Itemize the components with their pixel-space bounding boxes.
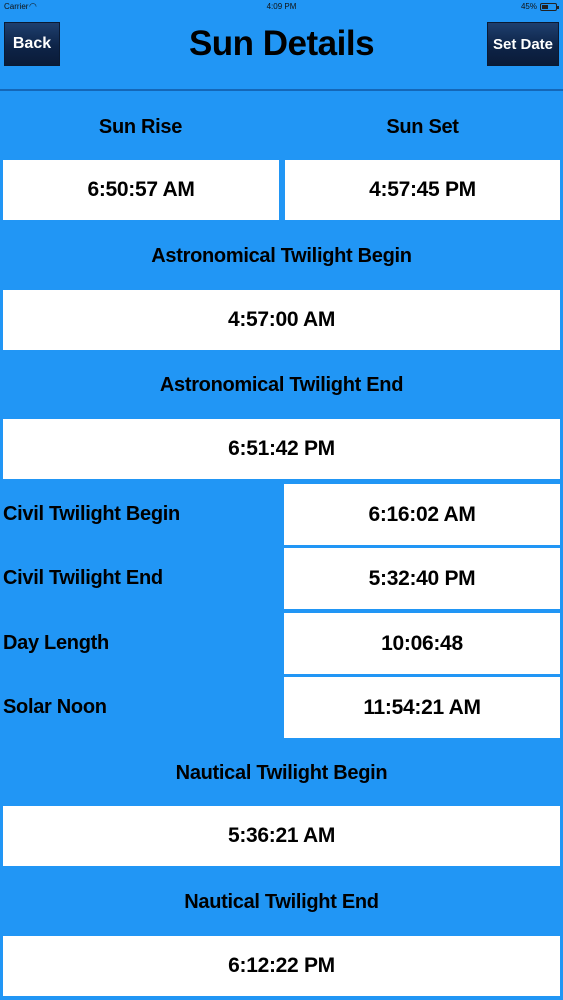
nautical-twilight-begin-value: 5:36:21 AM [3,806,560,866]
sun-set-value: 4:57:45 PM [285,160,560,220]
civil-twilight-end-value: 5:32:40 PM [284,548,560,609]
sun-rise-value: 6:50:57 AM [3,160,279,220]
astronomical-twilight-begin-label: Astronomical Twilight Begin [151,244,412,267]
battery-icon [540,3,559,11]
civil-twilight-begin-value: 6:16:02 AM [284,484,560,545]
nautical-twilight-end-value: 6:12:22 PM [3,936,560,996]
day-length-value: 10:06:48 [284,613,560,674]
sun-set-label: Sun Set [386,115,459,138]
astronomical-twilight-end-label: Astronomical Twilight End [159,373,404,396]
status-time: 4:09 PM [266,2,297,11]
page-title: Sun Details [188,24,375,63]
civil-twilight-begin-label: Civil Twilight Begin [3,503,180,525]
nautical-twilight-begin-label: Nautical Twilight Begin [175,761,388,784]
header-divider [0,89,563,91]
sun-rise-label: Sun Rise [98,115,183,138]
status-bar: Carrier ◠ 4:09 PM 45% [0,0,563,14]
civil-twilight-end-label: Civil Twilight End [3,567,163,589]
astronomical-twilight-begin-value: 4:57:00 AM [3,290,560,350]
battery-percent: 45% [520,2,537,11]
astronomical-twilight-end-value: 6:51:42 PM [3,419,560,479]
set-date-button[interactable]: Set Date [487,22,559,66]
nautical-twilight-end-label: Nautical Twilight End [184,890,379,913]
solar-noon-value: 11:54:21 AM [284,677,560,738]
solar-noon-label: Solar Noon [3,696,107,718]
day-length-label: Day Length [3,632,109,654]
